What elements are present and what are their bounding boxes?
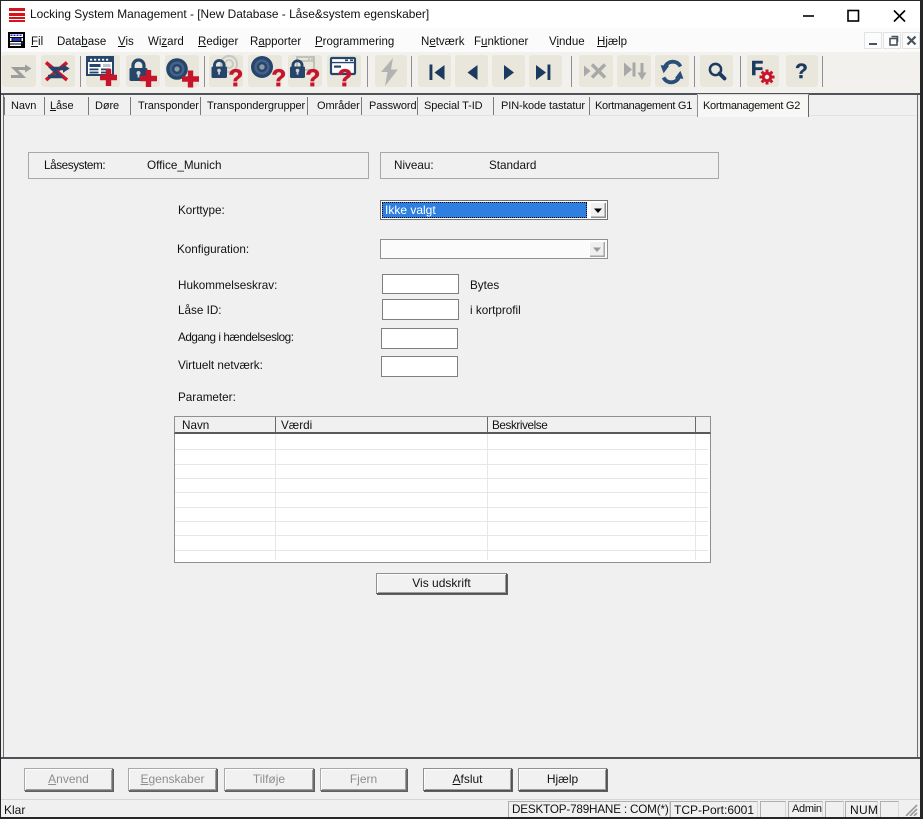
svg-text:?: ? — [272, 65, 287, 90]
svg-text:?: ? — [338, 65, 353, 90]
svg-text:?: ? — [306, 65, 321, 90]
svg-text:?: ? — [229, 65, 244, 90]
